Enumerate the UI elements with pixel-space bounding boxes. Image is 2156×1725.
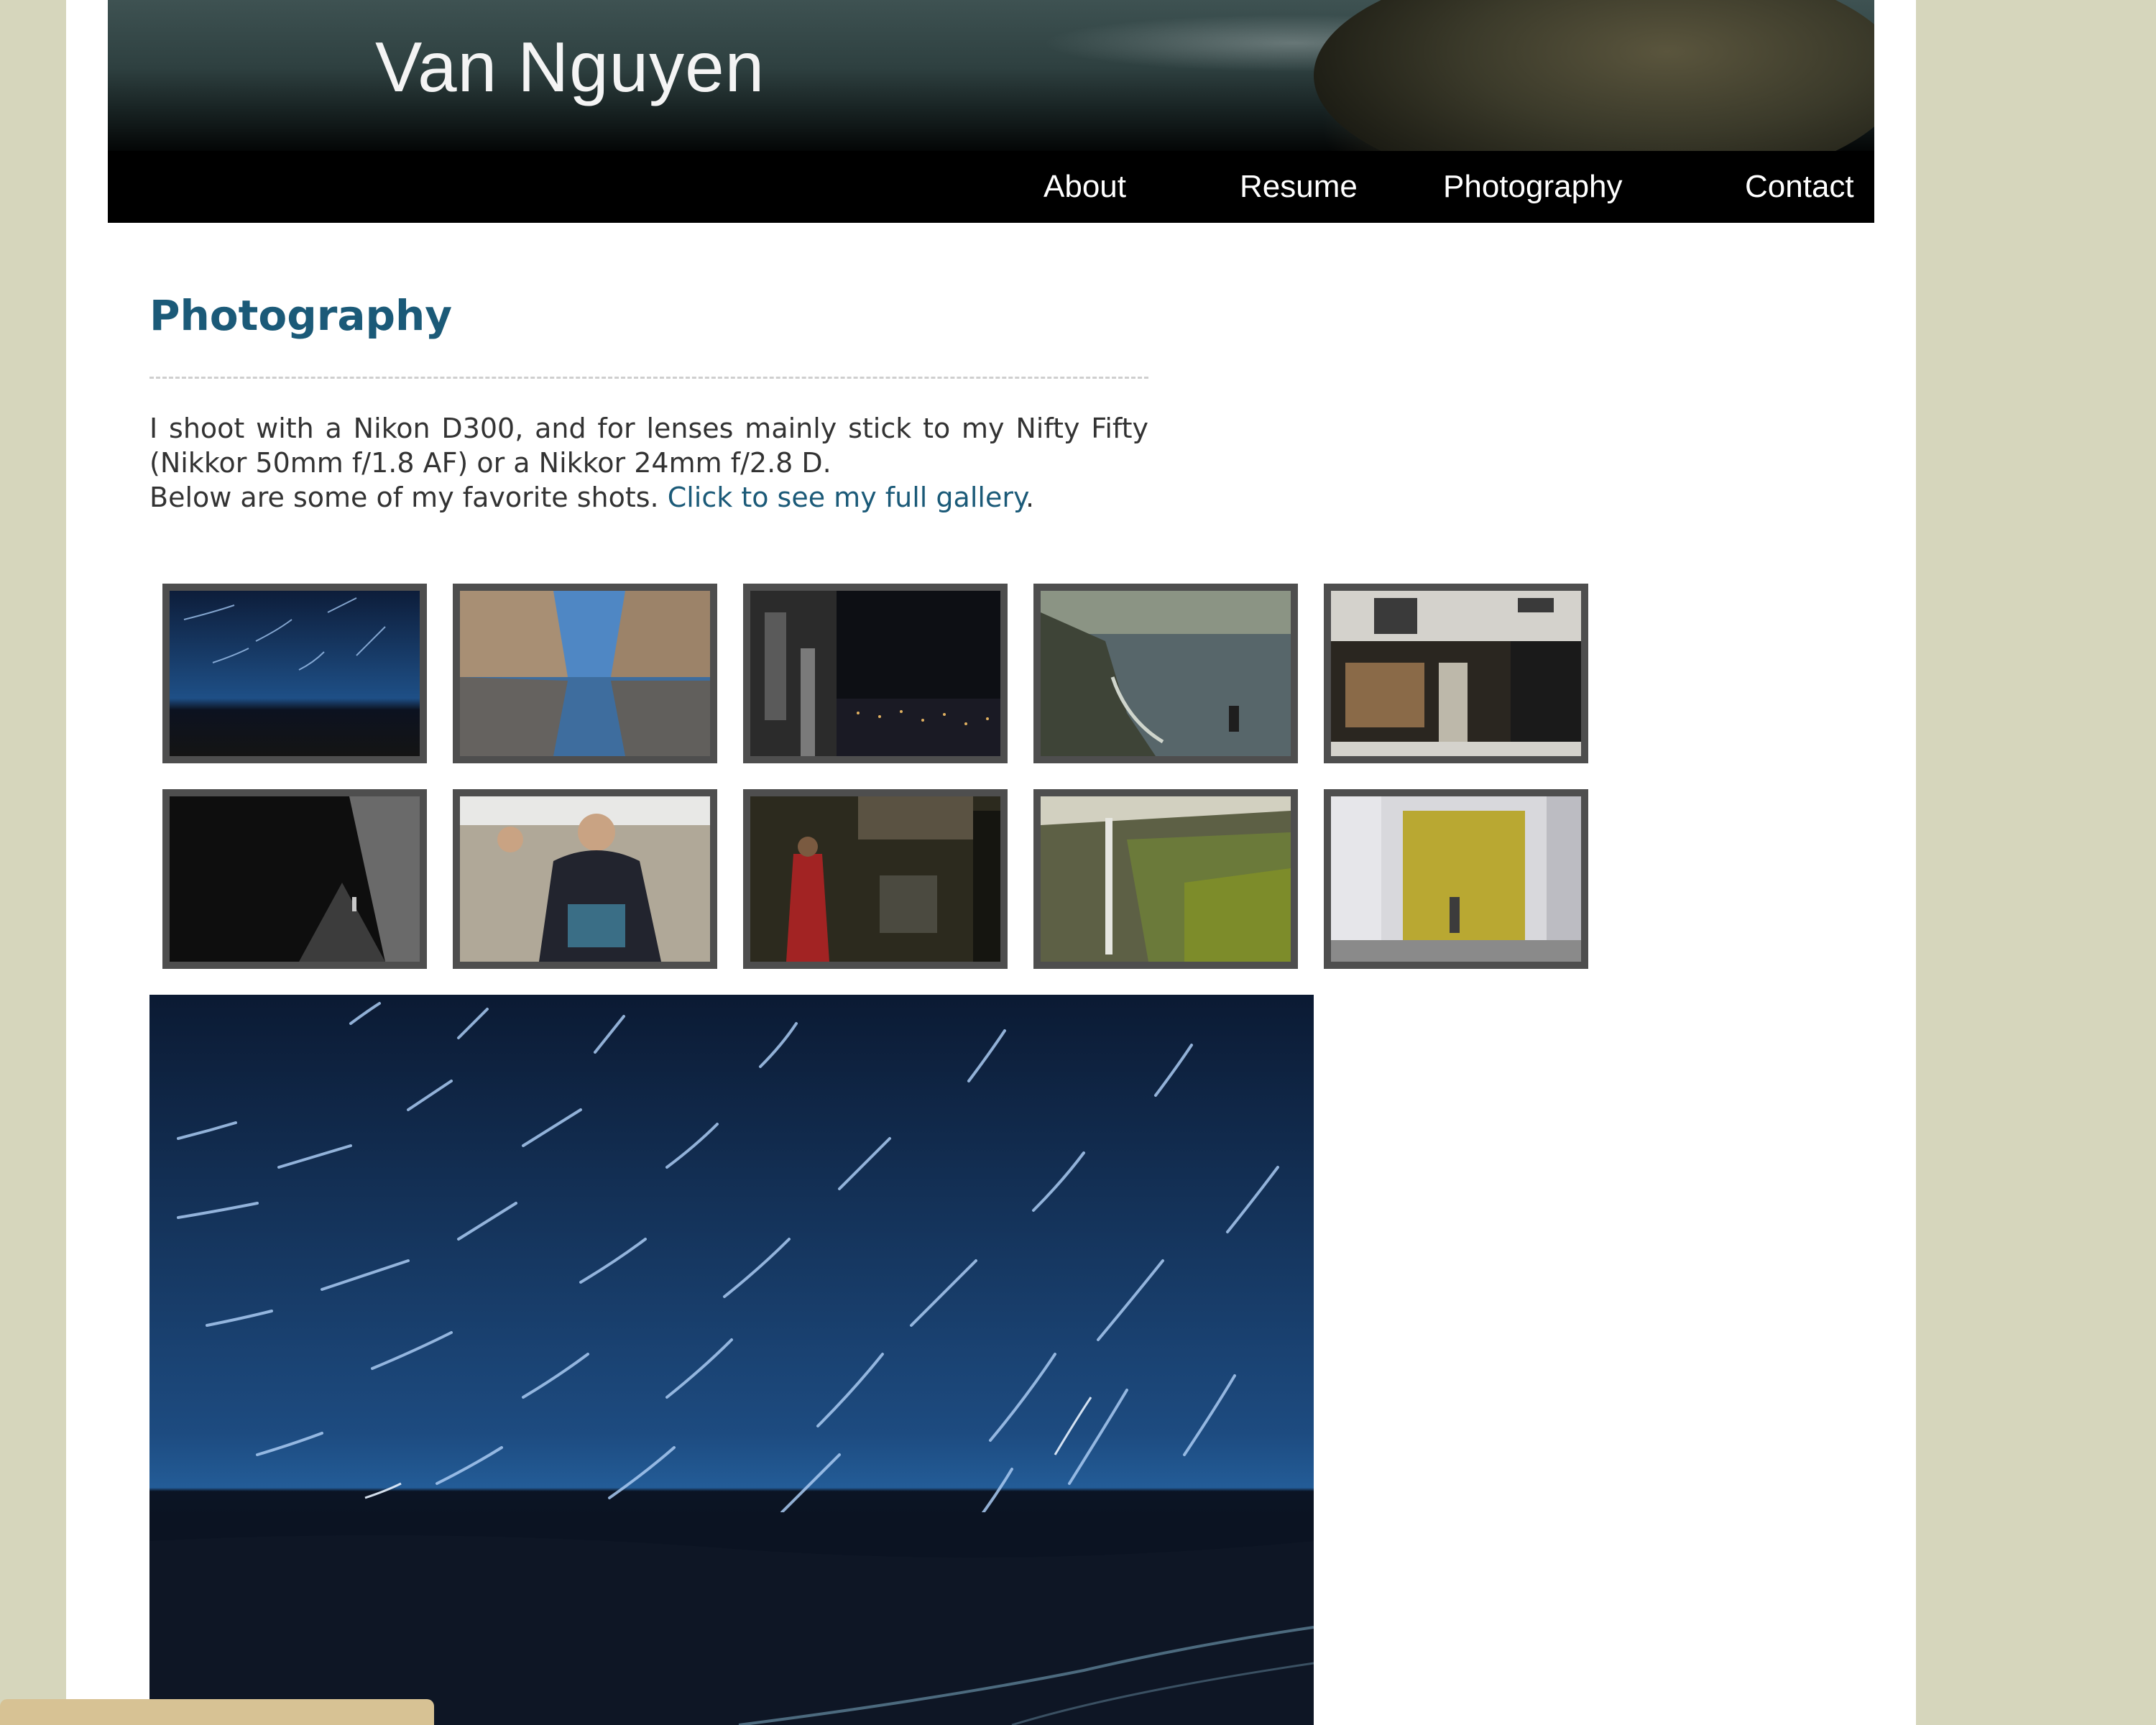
dark-alley-photo-icon [170,796,420,962]
coastal-cliff-photo-icon [1041,591,1291,756]
intro-line-1: I shoot with a Nikon D300, and for lense… [149,413,1148,479]
site-title[interactable]: Van Nguyen [375,32,765,102]
intro-text: I shoot with a Nikon D300, and for lense… [149,411,1148,515]
nav-about[interactable]: About [1044,169,1126,204]
page-heading: Photography [149,291,453,340]
intro-line-2-text: Below are some of my favorite shots. [149,482,668,513]
selected-photo[interactable] [149,995,1314,1725]
canyon-reflection-photo-icon [460,591,710,756]
market-scene-photo-icon [750,796,1000,962]
thumbnail-woman[interactable] [453,789,717,969]
thumbnail-city-night[interactable] [743,584,1008,763]
thumbnail-gold-curtain[interactable] [1324,789,1588,969]
header-banner: Van Nguyen [108,0,1874,151]
waterfall-photo-icon [1041,796,1291,962]
city-night-photo-icon [750,591,1000,756]
heading-divider [149,377,1148,379]
star-trails-large-photo-icon [149,995,1314,1725]
thumbnail-market[interactable] [743,789,1008,969]
gold-curtain-photo-icon [1331,796,1581,962]
thumbnail-antiques-shop[interactable] [1324,584,1588,763]
nav-photography[interactable]: Photography [1443,169,1623,204]
thumbnail-star-trails[interactable] [162,584,427,763]
bottom-tab[interactable] [0,1699,434,1725]
nav-resume[interactable]: Resume [1240,169,1358,204]
main-nav: About Resume Photography Contact [108,151,1874,223]
banner-cliff [1314,0,1874,151]
page-content: Van Nguyen About Resume Photography Cont… [66,0,1916,1725]
thumbnail-alley[interactable] [162,789,427,969]
thumbnail-waterfall[interactable] [1033,789,1298,969]
thumbnail-canyon[interactable] [453,584,717,763]
intro-line-2: Below are some of my favorite shots. Cli… [149,480,1148,515]
thumbnail-coast[interactable] [1033,584,1298,763]
nav-contact[interactable]: Contact [1745,169,1854,204]
star-trails-photo-icon [170,591,420,756]
intro-period: . [1026,482,1035,513]
full-gallery-link[interactable]: Click to see my full gallery [668,482,1026,513]
antiques-shop-photo-icon [1331,591,1581,756]
waving-woman-photo-icon [460,796,710,962]
